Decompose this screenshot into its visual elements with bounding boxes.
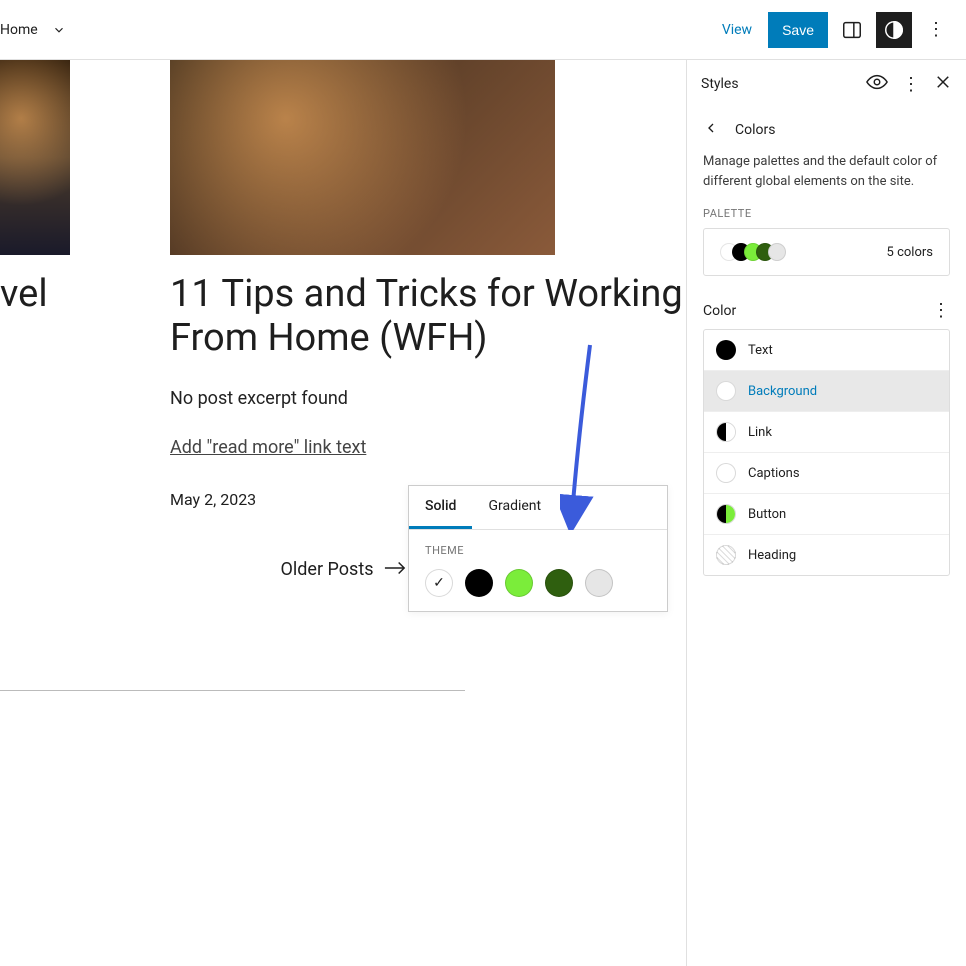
arrow-right-icon bbox=[384, 559, 406, 580]
palette-count: 5 colors bbox=[887, 245, 933, 260]
color-row-label: Background bbox=[748, 384, 817, 399]
color-row-label: Button bbox=[748, 507, 786, 522]
color-row-background[interactable]: Background bbox=[704, 371, 949, 412]
theme-swatch[interactable] bbox=[465, 569, 493, 597]
read-more-link[interactable]: Add "read more" link text bbox=[170, 437, 366, 458]
theme-swatch[interactable] bbox=[545, 569, 573, 597]
divider bbox=[0, 690, 465, 691]
palette-box[interactable]: 5 colors bbox=[703, 228, 950, 276]
palette-swatches bbox=[720, 243, 786, 261]
tab-solid[interactable]: Solid bbox=[409, 486, 472, 529]
palette-swatch bbox=[768, 243, 786, 261]
color-indicator bbox=[716, 504, 736, 524]
top-bar: Home View Save ⋮ bbox=[0, 0, 966, 60]
color-row-label: Heading bbox=[748, 548, 796, 563]
close-icon[interactable] bbox=[934, 73, 952, 95]
color-section-label: Color bbox=[703, 303, 736, 319]
post-image bbox=[0, 60, 70, 255]
palette-label: PALETTE bbox=[687, 207, 966, 228]
tab-gradient[interactable]: Gradient bbox=[472, 486, 557, 529]
color-row-label: Captions bbox=[748, 466, 800, 481]
theme-swatches bbox=[425, 569, 651, 597]
color-indicator bbox=[716, 381, 736, 401]
theme-label: THEME bbox=[425, 544, 651, 557]
popover-body: THEME bbox=[409, 530, 667, 611]
theme-swatch[interactable] bbox=[505, 569, 533, 597]
color-row-text[interactable]: Text bbox=[704, 330, 949, 371]
color-indicator bbox=[716, 422, 736, 442]
post-main: 11 Tips and Tricks for Working From Home… bbox=[170, 60, 686, 509]
color-indicator bbox=[716, 340, 736, 360]
older-posts-label: Older Posts bbox=[281, 559, 374, 580]
breadcrumb-label: Colors bbox=[735, 122, 775, 138]
post-title: vel bbox=[0, 273, 70, 317]
topbar-left: Home bbox=[0, 21, 68, 39]
sidebar-header-actions: ⋮ bbox=[866, 71, 952, 97]
posts-row: vel 11 Tips and Tricks for Working From … bbox=[0, 60, 686, 509]
popover-tabs: Solid Gradient bbox=[409, 486, 667, 530]
color-row-captions[interactable]: Captions bbox=[704, 453, 949, 494]
color-row-link[interactable]: Link bbox=[704, 412, 949, 453]
color-indicator bbox=[716, 545, 736, 565]
post-image bbox=[170, 60, 555, 255]
post-title: 11 Tips and Tricks for Working From Home… bbox=[170, 273, 686, 360]
color-section-header: Color ⋮ bbox=[687, 300, 966, 329]
theme-swatch[interactable] bbox=[585, 569, 613, 597]
more-icon[interactable]: ⋮ bbox=[902, 74, 920, 95]
post-excerpt: No post excerpt found bbox=[170, 388, 686, 409]
view-link[interactable]: View bbox=[712, 16, 762, 44]
styles-icon[interactable] bbox=[876, 12, 912, 48]
sidebar-header: Styles ⋮ bbox=[687, 60, 966, 108]
breadcrumb: Colors bbox=[687, 108, 966, 152]
color-indicator bbox=[716, 463, 736, 483]
eye-icon[interactable] bbox=[866, 71, 888, 97]
save-button[interactable]: Save bbox=[768, 12, 828, 48]
sidebar-toggle-icon[interactable] bbox=[834, 12, 870, 48]
editor-canvas: vel 11 Tips and Tricks for Working From … bbox=[0, 60, 686, 966]
color-row-label: Text bbox=[748, 343, 773, 358]
color-more-icon[interactable]: ⋮ bbox=[932, 300, 950, 321]
color-picker-popover: Solid Gradient THEME bbox=[408, 485, 668, 612]
color-row-heading[interactable]: Heading bbox=[704, 535, 949, 575]
color-row-button[interactable]: Button bbox=[704, 494, 949, 535]
styles-sidebar: Styles ⋮ Colors Manage palettes and the … bbox=[686, 60, 966, 966]
chevron-down-icon[interactable] bbox=[50, 21, 68, 39]
theme-swatch[interactable] bbox=[425, 569, 453, 597]
post-left: vel bbox=[0, 60, 70, 509]
topbar-right: View Save ⋮ bbox=[712, 12, 954, 48]
main-layout: vel 11 Tips and Tricks for Working From … bbox=[0, 60, 966, 966]
color-element-list: Text Background Link Captions Button Heading bbox=[703, 329, 950, 576]
home-label[interactable]: Home bbox=[0, 22, 38, 38]
sidebar-description: Manage palettes and the default color of… bbox=[687, 152, 966, 207]
back-icon[interactable] bbox=[703, 120, 719, 140]
sidebar-title: Styles bbox=[701, 76, 739, 92]
more-menu-icon[interactable]: ⋮ bbox=[918, 12, 954, 48]
color-row-label: Link bbox=[748, 425, 772, 440]
